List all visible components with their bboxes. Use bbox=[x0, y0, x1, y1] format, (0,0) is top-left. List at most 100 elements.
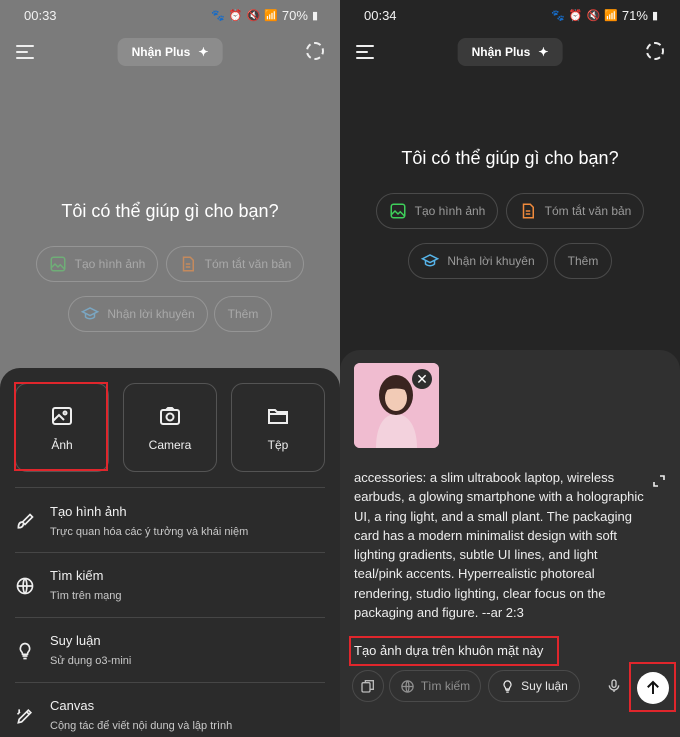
reason-label: Suy luận bbox=[521, 679, 568, 693]
document-icon bbox=[522, 203, 534, 219]
chip-summarize[interactable]: Tóm tắt văn bản bbox=[506, 193, 644, 229]
battery-percent: 70% bbox=[281, 8, 308, 23]
sparkle-icon: ✦ bbox=[538, 45, 549, 59]
sparkle-icon: ✦ bbox=[198, 45, 209, 59]
folder-icon bbox=[268, 408, 288, 424]
prompt-text[interactable]: accessories: a slim ultrabook laptop, wi… bbox=[354, 468, 644, 622]
microphone-icon bbox=[608, 679, 620, 692]
top-bar: Nhận Plus ✦ bbox=[340, 38, 680, 68]
get-plus-label: Nhận Plus bbox=[131, 45, 191, 59]
list-item-title: Tạo hình ảnh bbox=[50, 504, 127, 519]
graduation-cap-icon bbox=[81, 307, 100, 320]
mute-icon: 🔇 bbox=[246, 10, 261, 22]
composer-sheet: ✕ accessories: a slim ultrabook laptop, … bbox=[340, 350, 680, 737]
search-label: Tìm kiếm bbox=[420, 679, 471, 693]
highlight-box bbox=[14, 382, 108, 471]
attachment-sheet: Ảnh Camera Tệp Tạo hình ảnh Trực quan hó… bbox=[0, 368, 340, 737]
chip-label: Tạo hình ảnh bbox=[74, 257, 146, 271]
globe-icon bbox=[401, 679, 414, 693]
list-item-subtitle: Trực quan hóa các ý tưởng và khái niệm bbox=[50, 526, 249, 538]
divider bbox=[15, 682, 325, 683]
list-item-subtitle: Tìm trên mạng bbox=[50, 590, 122, 602]
search-button[interactable]: Tìm kiếm bbox=[389, 670, 481, 702]
list-item-reasoning[interactable]: Suy luận Sử dụng o3-mini bbox=[0, 619, 340, 683]
list-item-subtitle: Cộng tác để viết nội dung và lập trình bbox=[50, 720, 233, 732]
signal-icon: 📶 bbox=[264, 10, 278, 22]
lightbulb-icon bbox=[19, 642, 31, 660]
image-create-icon bbox=[50, 256, 66, 272]
get-plus-button[interactable]: Nhận Plus ✦ bbox=[117, 38, 223, 66]
temporary-chat-icon[interactable] bbox=[306, 42, 324, 60]
chip-label: Thêm bbox=[567, 254, 599, 268]
divider bbox=[15, 552, 325, 553]
chip-more[interactable]: Thêm bbox=[554, 243, 612, 279]
list-item-subtitle: Sử dụng o3-mini bbox=[50, 655, 132, 667]
menu-icon[interactable] bbox=[356, 45, 374, 59]
page-title: Tôi có thể giúp gì cho bạn? bbox=[401, 148, 619, 168]
status-icons: 🐾 ⏰ 🔇 📶 70% ▮ bbox=[211, 8, 318, 23]
list-item-title: Canvas bbox=[50, 698, 95, 713]
microphone-button[interactable] bbox=[598, 670, 630, 702]
document-icon bbox=[182, 256, 194, 272]
highlight-box bbox=[629, 662, 676, 712]
status-time: 00:33 bbox=[24, 8, 57, 23]
pen-icon bbox=[16, 708, 33, 724]
globe-icon bbox=[16, 577, 34, 595]
menu-icon[interactable] bbox=[16, 45, 34, 59]
highlight-box bbox=[349, 636, 559, 666]
chip-label: Nhận lời khuyên bbox=[447, 254, 535, 268]
expand-icon[interactable] bbox=[652, 474, 666, 488]
attach-icon bbox=[361, 680, 374, 693]
paw-icon: 🐾 bbox=[211, 10, 225, 22]
list-item-title: Suy luận bbox=[50, 633, 101, 648]
lightbulb-icon bbox=[503, 679, 512, 693]
get-plus-label: Nhận Plus bbox=[471, 45, 531, 59]
tile-label: Camera bbox=[148, 437, 192, 452]
chip-advice[interactable]: Nhận lời khuyên bbox=[68, 296, 208, 332]
image-create-icon bbox=[390, 203, 406, 219]
page-title: Tôi có thể giúp gì cho bạn? bbox=[61, 201, 279, 221]
get-plus-button[interactable]: Nhận Plus ✦ bbox=[457, 38, 563, 66]
reason-button[interactable]: Suy luận bbox=[488, 670, 580, 702]
left-screen: 00:33 🐾 ⏰ 🔇 📶 70% ▮ Nhận Plus ✦ Tôi có t… bbox=[0, 0, 340, 737]
mute-icon: 🔇 bbox=[586, 10, 601, 22]
chip-more[interactable]: Thêm bbox=[214, 296, 272, 332]
remove-attachment-icon[interactable]: ✕ bbox=[412, 369, 432, 389]
chip-create-image[interactable]: Tạo hình ảnh bbox=[36, 246, 158, 282]
list-item-title: Tìm kiếm bbox=[50, 568, 104, 583]
status-icons: 🐾 ⏰ 🔇 📶 71% ▮ bbox=[551, 8, 658, 23]
top-bar: Nhận Plus ✦ bbox=[0, 38, 340, 68]
divider bbox=[15, 617, 325, 618]
tile-label: Tệp bbox=[267, 437, 289, 452]
status-time: 00:34 bbox=[364, 8, 397, 23]
battery-icon: ▮ bbox=[651, 10, 658, 22]
camera-tile[interactable]: Camera bbox=[123, 383, 217, 472]
chip-create-image[interactable]: Tạo hình ảnh bbox=[376, 193, 498, 229]
signal-icon: 📶 bbox=[604, 10, 618, 22]
status-bar: 00:33 🐾 ⏰ 🔇 📶 70% ▮ bbox=[0, 8, 340, 24]
divider bbox=[15, 487, 325, 488]
graduation-cap-icon bbox=[421, 254, 440, 267]
right-screen: 00:34 🐾 ⏰ 🔇 📶 71% ▮ Nhận Plus ✦ Tôi có t… bbox=[340, 0, 680, 737]
alarm-icon: ⏰ bbox=[568, 10, 583, 22]
attach-button[interactable] bbox=[352, 670, 384, 702]
temporary-chat-icon[interactable] bbox=[646, 42, 664, 60]
chip-label: Tạo hình ảnh bbox=[414, 204, 486, 218]
brush-icon bbox=[17, 513, 34, 529]
chip-label: Tóm tắt văn bản bbox=[204, 257, 292, 271]
battery-icon: ▮ bbox=[311, 10, 318, 22]
chip-summarize[interactable]: Tóm tắt văn bản bbox=[166, 246, 304, 282]
list-item-create-image[interactable]: Tạo hình ảnh Trực quan hóa các ý tưởng v… bbox=[0, 490, 340, 554]
chip-label: Nhận lời khuyên bbox=[107, 307, 195, 321]
status-bar: 00:34 🐾 ⏰ 🔇 📶 71% ▮ bbox=[340, 8, 680, 24]
list-item-search[interactable]: Tìm kiếm Tìm trên mạng bbox=[0, 554, 340, 618]
battery-percent: 71% bbox=[621, 8, 648, 23]
paw-icon: 🐾 bbox=[551, 10, 565, 22]
alarm-icon: ⏰ bbox=[228, 10, 243, 22]
camera-icon bbox=[160, 406, 180, 425]
file-tile[interactable]: Tệp bbox=[231, 383, 325, 472]
chip-label: Thêm bbox=[227, 307, 259, 321]
list-item-canvas[interactable]: Canvas Cộng tác để viết nội dung và lập … bbox=[0, 684, 340, 737]
chip-label: Tóm tắt văn bản bbox=[544, 204, 632, 218]
chip-advice[interactable]: Nhận lời khuyên bbox=[408, 243, 548, 279]
